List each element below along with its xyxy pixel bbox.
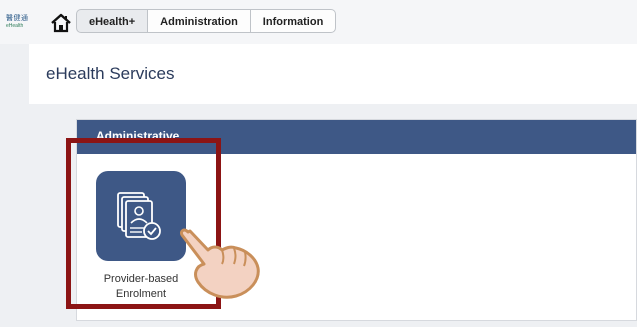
- logo-text-english: eHealth: [6, 23, 24, 29]
- tab-ehealth-plus[interactable]: eHealth+: [76, 9, 149, 33]
- main-tabs: eHealth+ Administration Information: [76, 9, 337, 33]
- pointing-hand-icon: [180, 228, 260, 299]
- home-icon[interactable]: [50, 12, 72, 34]
- page-header: eHealth Services: [29, 44, 637, 104]
- page-title: eHealth Services: [46, 64, 175, 83]
- top-navigation: 醫健通 eHealth eHealth+ Administration Info…: [0, 0, 637, 44]
- tab-information[interactable]: Information: [250, 9, 337, 33]
- tab-administration[interactable]: Administration: [148, 9, 251, 33]
- ehealth-logo[interactable]: 醫健通 eHealth: [6, 11, 38, 35]
- logo-text-chinese: 醫健通: [6, 15, 29, 22]
